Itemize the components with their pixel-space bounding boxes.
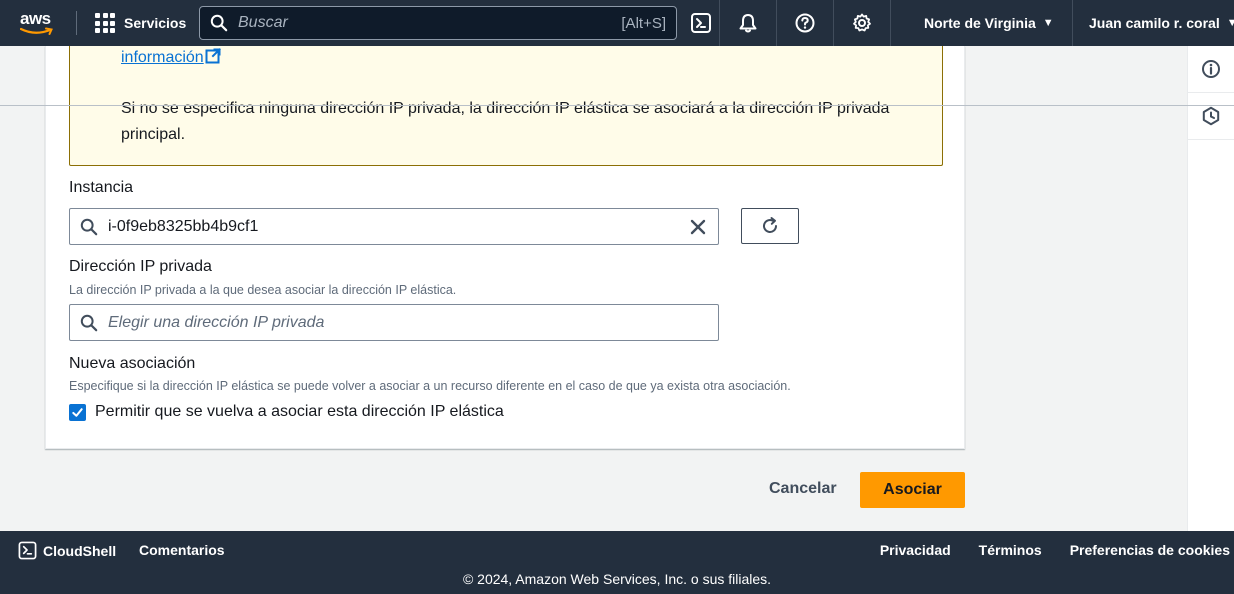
cookie-preferences-link[interactable]: Preferencias de cookies xyxy=(1070,542,1230,558)
footer-links: Privacidad Términos Preferencias de cook… xyxy=(880,542,1230,558)
terms-link[interactable]: Términos xyxy=(979,542,1042,558)
services-label: Servicios xyxy=(124,15,187,31)
settings-button[interactable] xyxy=(834,0,891,46)
alert-description: Si no se especifica ninguna dirección IP… xyxy=(121,100,890,143)
caret-down-icon: ▼ xyxy=(1226,17,1234,29)
close-icon[interactable] xyxy=(688,217,708,237)
private-ip-description: La dirección IP privada a la que desea a… xyxy=(69,283,457,297)
services-menu-button[interactable]: Servicios xyxy=(95,0,186,46)
info-panel-button[interactable] xyxy=(1188,46,1234,93)
feedback-link[interactable]: Comentarios xyxy=(139,542,225,558)
global-search-bar[interactable]: [Alt+S] xyxy=(199,6,677,40)
search-shortcut-hint: [Alt+S] xyxy=(621,14,666,32)
refresh-icon xyxy=(763,217,777,233)
notifications-button[interactable] xyxy=(720,0,777,46)
nav-icon-group xyxy=(690,0,891,46)
search-icon xyxy=(80,314,98,331)
right-tools-rail xyxy=(1187,46,1234,531)
footer: CloudShell Comentarios Privacidad Términ… xyxy=(0,531,1234,594)
more-info-link[interactable]: información xyxy=(121,48,221,67)
cancel-button[interactable]: Cancelar xyxy=(755,471,851,507)
refresh-instances-button[interactable] xyxy=(741,208,799,244)
user-name: Juan camilo r. coral xyxy=(1089,15,1220,31)
region-selector[interactable]: Norte de Virginia ▼ xyxy=(910,0,1073,46)
recent-resources-button[interactable] xyxy=(1188,93,1234,140)
info-icon xyxy=(1202,60,1220,78)
hexagon-clock-icon xyxy=(1202,106,1220,126)
nav-divider xyxy=(76,11,77,35)
help-button[interactable] xyxy=(777,0,834,46)
settings-icon xyxy=(853,13,871,32)
footer-cloudshell-label: CloudShell xyxy=(43,542,117,559)
help-icon xyxy=(795,13,815,33)
info-alert: información Si no se especifica ninguna … xyxy=(69,46,943,166)
region-label: Norte de Virginia xyxy=(924,15,1036,31)
instance-search-field[interactable] xyxy=(69,208,719,245)
external-link-icon xyxy=(205,48,221,64)
cloudshell-icon xyxy=(18,541,37,560)
allow-reassociation-label: Permitir que se vuelva a asociar esta di… xyxy=(95,403,504,420)
top-navigation-bar: aws Servicios [Alt+S] xyxy=(0,0,1234,46)
allow-reassociation-checkbox[interactable]: Permitir que se vuelva a asociar esta di… xyxy=(69,403,504,421)
private-ip-label: Dirección IP privada xyxy=(69,258,212,275)
grid-icon xyxy=(95,13,115,33)
copyright-text: © 2024, Amazon Web Services, Inc. o sus … xyxy=(462,571,772,587)
cloudshell-icon xyxy=(691,13,711,33)
private-ip-input[interactable] xyxy=(108,313,708,332)
aws-logo[interactable]: aws xyxy=(0,0,76,46)
search-icon xyxy=(80,218,98,235)
reassociation-label: Nueva asociación xyxy=(69,355,196,372)
global-search-input[interactable] xyxy=(238,14,622,32)
caret-down-icon: ▼ xyxy=(1042,17,1054,29)
associate-form-container: información Si no se especifica ninguna … xyxy=(45,46,965,449)
checkbox-checked[interactable] xyxy=(69,403,86,421)
bell-icon xyxy=(739,14,757,33)
cloudshell-button[interactable] xyxy=(690,0,720,46)
instance-label: Instancia xyxy=(69,179,134,196)
private-ip-select[interactable] xyxy=(69,304,719,341)
overlay-divider-line xyxy=(0,105,1234,106)
instance-input[interactable] xyxy=(108,217,688,236)
footer-cloudshell-button[interactable]: CloudShell xyxy=(18,541,116,560)
account-menu[interactable]: Juan camilo r. coral ▼ xyxy=(1079,0,1234,46)
checkmark-icon xyxy=(72,407,83,417)
aws-logo-text: aws xyxy=(20,9,51,28)
aws-smile-icon xyxy=(20,27,53,35)
search-icon xyxy=(210,14,228,32)
privacy-link[interactable]: Privacidad xyxy=(880,542,951,558)
more-info-link-text: información xyxy=(121,49,204,66)
associate-button[interactable]: Asociar xyxy=(860,472,965,508)
reassociation-description: Especifique si la dirección IP elástica … xyxy=(69,379,791,393)
